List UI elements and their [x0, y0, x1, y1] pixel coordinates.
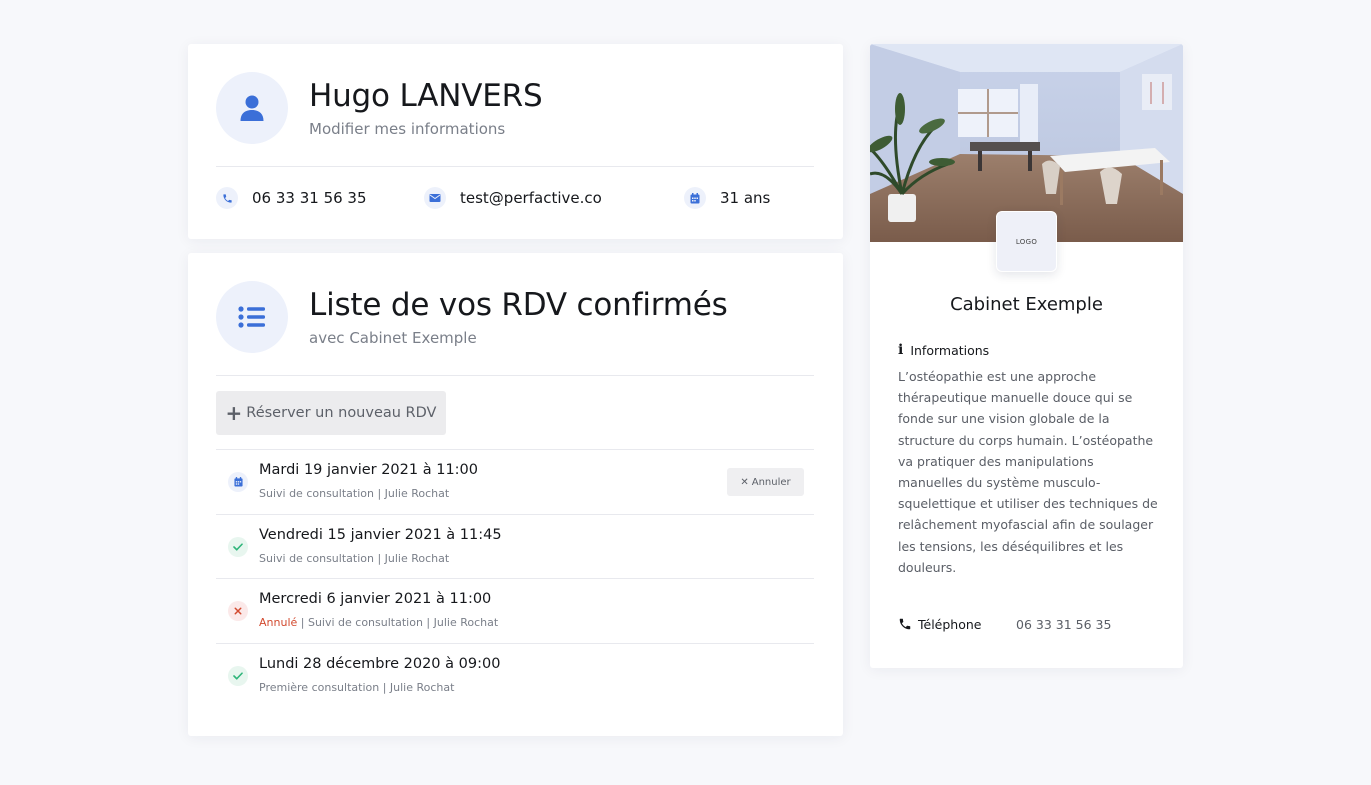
user-icon — [240, 95, 264, 121]
list-item: Mardi 19 janvier 2021 à 11:00 Suivi de c… — [216, 450, 814, 514]
close-icon: ✕ — [740, 476, 749, 488]
cabinet-name: Cabinet Exemple — [950, 294, 1103, 315]
check-icon — [228, 537, 248, 557]
appointment-date: Mercredi 6 janvier 2021 à 11:00 — [259, 591, 492, 607]
calendar-icon — [684, 187, 706, 209]
cabinet-card: LOGO Cabinet Exemple i Informations L’os… — [870, 44, 1183, 668]
phone-label: Téléphone — [918, 616, 982, 632]
list-icon-badge — [216, 281, 288, 353]
phone-icon — [216, 187, 238, 209]
avatar — [216, 72, 288, 144]
appointment-meta: Première consultation | Julie Rochat — [259, 681, 455, 694]
envelope-icon — [424, 187, 446, 209]
appointment-date: Mardi 19 janvier 2021 à 11:00 — [259, 462, 479, 478]
appointment-meta: Suivi de consultation | Julie Rochat — [259, 487, 450, 500]
plus-icon: + — [225, 401, 243, 425]
phone-info: 06 33 31 56 35 — [216, 186, 367, 210]
email-text: test@perfactive.co — [460, 189, 602, 207]
cabinet-logo: LOGO — [996, 211, 1057, 272]
age-info: 31 ans — [684, 186, 770, 210]
phone-value: 06 33 31 56 35 — [1016, 616, 1112, 632]
cross-icon — [228, 601, 248, 621]
check-icon — [228, 666, 248, 686]
appointment-date: Vendredi 15 janvier 2021 à 11:45 — [259, 527, 502, 543]
calendar-icon — [228, 472, 248, 492]
appointment-date: Lundi 28 décembre 2020 à 09:00 — [259, 656, 501, 672]
phone-icon — [899, 618, 911, 630]
appointments-title: Liste de vos RDV confirmés — [309, 287, 728, 323]
divider — [216, 375, 814, 376]
divider — [216, 166, 814, 167]
cancel-appointment-button[interactable]: ✕ Annuler — [727, 468, 804, 496]
list-icon — [238, 306, 265, 328]
appointment-meta: Annulé | Suivi de consultation | Julie R… — [259, 616, 498, 629]
appointment-meta: Suivi de consultation | Julie Rochat — [259, 552, 450, 565]
info-heading: i Informations — [898, 342, 989, 358]
phone-text: 06 33 31 56 35 — [252, 189, 367, 207]
list-item: Lundi 28 décembre 2020 à 09:00 Première … — [216, 644, 814, 708]
info-icon: i — [898, 342, 904, 358]
new-appointment-label: Réserver un nouveau RDV — [246, 405, 437, 421]
profile-card: Hugo LANVERS Modifier mes informations 0… — [188, 44, 843, 239]
cancel-label: Annuler — [751, 476, 791, 488]
list-item: Vendredi 15 janvier 2021 à 11:45 Suivi d… — [216, 515, 814, 579]
profile-name: Hugo LANVERS — [309, 78, 543, 114]
email-info: test@perfactive.co — [424, 186, 602, 210]
age-text: 31 ans — [720, 189, 771, 207]
edit-profile-link[interactable]: Modifier mes informations — [309, 120, 505, 138]
cabinet-phone: Téléphone 06 33 31 56 35 — [898, 614, 1111, 634]
list-item: Mercredi 6 janvier 2021 à 11:00 Annulé |… — [216, 579, 814, 643]
new-appointment-button[interactable]: + Réserver un nouveau RDV — [216, 391, 446, 435]
cabinet-description: L’ostéopathie est une approche thérapeut… — [898, 369, 1158, 575]
appointments-subtitle: avec Cabinet Exemple — [309, 329, 477, 347]
cancelled-badge: Annulé — [259, 616, 298, 629]
appointment-meta-text: | Suivi de consultation | Julie Rochat — [297, 616, 499, 629]
appointments-card: Liste de vos RDV confirmés avec Cabinet … — [188, 253, 843, 736]
info-heading-label: Informations — [910, 342, 990, 358]
